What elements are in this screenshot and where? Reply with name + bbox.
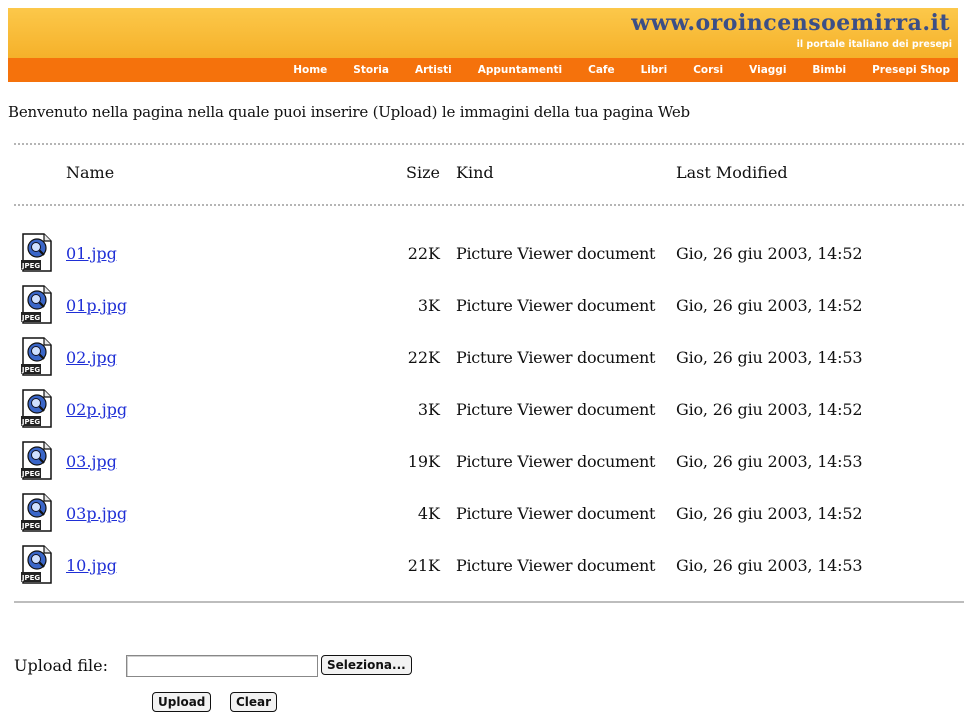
jpeg-document-icon[interactable]: JPEG — [20, 285, 55, 324]
file-row: JPEG 01.jpg 22K Picture Viewer document … — [0, 232, 966, 284]
file-kind: Picture Viewer document — [456, 452, 656, 471]
svg-text:JPEG: JPEG — [21, 522, 41, 530]
nav-item[interactable]: Libri — [641, 64, 668, 76]
jpeg-document-icon[interactable]: JPEG — [20, 441, 55, 480]
bottom-divider — [14, 601, 964, 605]
file-row: JPEG 03.jpg 19K Picture Viewer document … — [0, 440, 966, 492]
column-header-size: Size — [406, 163, 440, 182]
browse-button[interactable]: Seleziona... — [321, 655, 412, 675]
column-header-last-modified: Last Modified — [676, 163, 788, 182]
nav-item[interactable]: Storia — [353, 64, 389, 76]
file-link[interactable]: 03p.jpg — [66, 504, 127, 523]
file-size: 3K — [417, 296, 440, 315]
nav-item[interactable]: Cafe — [588, 64, 614, 76]
upload-button[interactable]: Upload — [152, 692, 212, 712]
svg-text:JPEG: JPEG — [21, 470, 41, 478]
nav-bar: Home Storia Artisti Appuntamenti Cafe Libri Co… — [8, 58, 958, 82]
file-link[interactable]: 01.jpg — [66, 244, 117, 263]
jpeg-document-icon[interactable]: JPEG — [20, 337, 55, 376]
svg-text:JPEG: JPEG — [21, 314, 41, 322]
file-size: 3K — [417, 400, 440, 419]
header-divider — [14, 204, 964, 208]
file-link[interactable]: 10.jpg — [66, 556, 117, 575]
nav-item[interactable]: Appuntamenti — [478, 64, 562, 76]
file-kind: Picture Viewer document — [456, 348, 656, 367]
nav-item[interactable]: Home — [293, 64, 327, 76]
nav-item[interactable]: Corsi — [693, 64, 723, 76]
site-subtitle: il portale italiano dei presepi — [796, 39, 952, 50]
file-size: 19K — [407, 452, 440, 471]
file-last-modified: Gio, 26 giu 2003, 14:52 — [676, 504, 863, 523]
jpeg-document-icon[interactable]: JPEG — [20, 493, 55, 532]
file-kind: Picture Viewer document — [456, 556, 656, 575]
site-logo-url[interactable]: www.oroincensoemirra.it — [631, 10, 950, 36]
file-size: 22K — [407, 244, 440, 263]
file-last-modified: Gio, 26 giu 2003, 14:52 — [676, 244, 863, 263]
file-link[interactable]: 02.jpg — [66, 348, 117, 367]
file-last-modified: Gio, 26 giu 2003, 14:53 — [676, 556, 863, 575]
svg-text:JPEG: JPEG — [21, 262, 41, 270]
file-last-modified: Gio, 26 giu 2003, 14:53 — [676, 452, 863, 471]
clear-button[interactable]: Clear — [230, 692, 278, 712]
site-banner: www.oroincensoemirra.it il portale itali… — [8, 8, 958, 58]
file-last-modified: Gio, 26 giu 2003, 14:52 — [676, 296, 863, 315]
file-kind: Picture Viewer document — [456, 400, 656, 419]
file-last-modified: Gio, 26 giu 2003, 14:53 — [676, 348, 863, 367]
top-divider — [14, 143, 964, 147]
file-size: 21K — [407, 556, 440, 575]
file-last-modified: Gio, 26 giu 2003, 14:52 — [676, 400, 863, 419]
upload-file-input[interactable] — [126, 655, 318, 677]
nav-item[interactable]: Presepi Shop — [872, 64, 950, 76]
nav-item[interactable]: Bimbi — [812, 64, 846, 76]
svg-text:JPEG: JPEG — [21, 418, 41, 426]
jpeg-document-icon[interactable]: JPEG — [20, 233, 55, 272]
file-row: JPEG 03p.jpg 4K Picture Viewer document … — [0, 492, 966, 544]
upload-file-label: Upload file: — [14, 656, 108, 675]
svg-text:JPEG: JPEG — [21, 574, 41, 582]
file-kind: Picture Viewer document — [456, 244, 656, 263]
jpeg-document-icon[interactable]: JPEG — [20, 545, 55, 584]
file-link[interactable]: 02p.jpg — [66, 400, 127, 419]
file-row: JPEG 02.jpg 22K Picture Viewer document … — [0, 336, 966, 388]
svg-text:JPEG: JPEG — [21, 366, 41, 374]
column-header-name: Name — [66, 163, 115, 182]
jpeg-document-icon[interactable]: JPEG — [20, 389, 55, 428]
file-size: 22K — [407, 348, 440, 367]
nav-item[interactable]: Artisti — [415, 64, 452, 76]
file-row: JPEG 02p.jpg 3K Picture Viewer document … — [0, 388, 966, 440]
file-row: JPEG 01p.jpg 3K Picture Viewer document … — [0, 284, 966, 336]
file-row: JPEG 10.jpg 21K Picture Viewer document … — [0, 544, 966, 596]
intro-text: Benvenuto nella pagina nella quale puoi … — [8, 103, 690, 121]
column-header-kind: Kind — [456, 163, 494, 182]
file-link[interactable]: 01p.jpg — [66, 296, 127, 315]
nav-items: Home Storia Artisti Appuntamenti Cafe Libri Co… — [293, 58, 950, 82]
file-size: 4K — [417, 504, 440, 523]
file-kind: Picture Viewer document — [456, 504, 656, 523]
file-link[interactable]: 03.jpg — [66, 452, 117, 471]
file-kind: Picture Viewer document — [456, 296, 656, 315]
nav-item[interactable]: Viaggi — [749, 64, 786, 76]
